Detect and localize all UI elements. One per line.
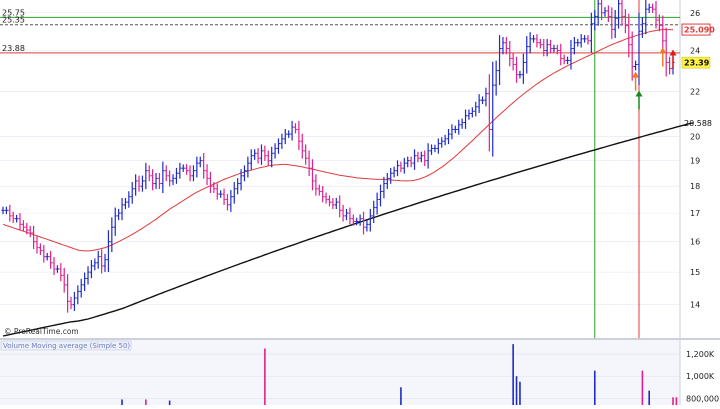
axis-value-marker: 20.588 [684, 119, 712, 128]
price-tick-label: 24 [690, 47, 700, 56]
volume-axis: 1,200K 1,000K 800,000 [686, 350, 719, 403]
chart-svg: 25.7525.3523.88 1415161718192022242625.0… [0, 0, 720, 405]
volume-tick-label: 1,000K [686, 372, 715, 381]
axis-value-marker: 23.39 [684, 59, 710, 68]
price-tick-label: 19 [690, 157, 700, 166]
price-tick-label: 16 [690, 238, 700, 247]
volume-tick-label: 800,000 [686, 394, 719, 403]
axis-value-marker: 25.090 [684, 26, 715, 35]
price-tick-label: 20 [690, 132, 700, 141]
price-tick-label: 26 [690, 9, 700, 18]
price-level-label: 23.88 [2, 44, 25, 53]
price-tick-label: 15 [690, 268, 700, 277]
price-chart[interactable]: 25.75 25.35 23.88 14 15 16 17 18 19 20 22 24 26 25.0… [0, 0, 720, 405]
volume-tick-label: 1,200K [686, 350, 715, 359]
price-tick-label: 18 [690, 182, 700, 191]
price-tick-label: 17 [690, 209, 700, 218]
price-tick-label: 22 [690, 88, 700, 97]
volume-panel-label: Volume Moving average (Simple 50) [3, 342, 130, 350]
watermark: © ProRealTime.com [4, 327, 79, 336]
price-level-label: 25.35 [2, 16, 25, 25]
price-tick-label: 14 [690, 301, 700, 310]
